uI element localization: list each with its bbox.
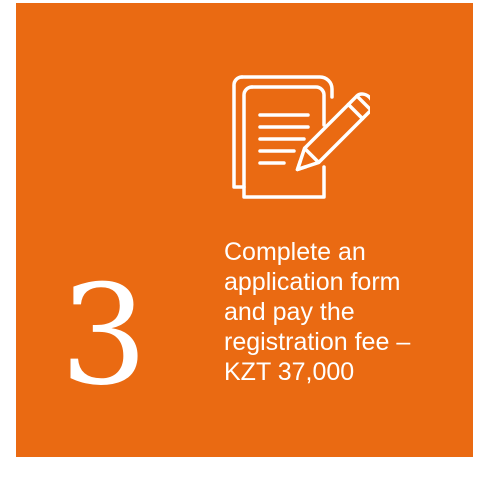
step-card: 3 Complete an application form and pay t… (16, 3, 473, 457)
form-pencil-icon (232, 75, 370, 199)
step-number: 3 (60, 255, 148, 416)
step-description: Complete an application form and pay the… (224, 238, 411, 386)
